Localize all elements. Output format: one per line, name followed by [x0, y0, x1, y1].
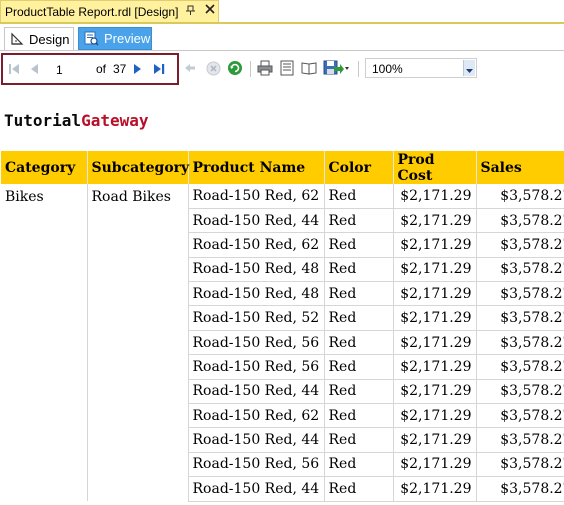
- previous-page-icon[interactable]: [27, 61, 41, 77]
- document-tab-strip: ProductTable Report.rdl [Design]: [0, 0, 564, 24]
- document-tab-title: ProductTable Report.rdl [Design]: [5, 4, 179, 19]
- color-cell: Red: [324, 232, 394, 258]
- prod-cost-cell: $2,171.29: [393, 354, 477, 380]
- product-name-cell: Road-150 Red, 52: [188, 305, 325, 331]
- color-cell: Red: [324, 379, 394, 405]
- prod-cost-cell: $2,171.29: [393, 208, 477, 234]
- document-tab[interactable]: ProductTable Report.rdl [Design]: [0, 0, 219, 22]
- back-icon[interactable]: [183, 60, 197, 76]
- sales-cell: $3,578.27: [476, 305, 564, 331]
- pin-icon[interactable]: [184, 5, 196, 17]
- sales-cell: $3,578.27: [476, 476, 564, 502]
- product-name-cell: Road-150 Red, 56: [188, 452, 325, 478]
- prod-cost-cell: $2,171.29: [393, 476, 477, 502]
- tutorial-gateway-logo: TutorialGateway: [4, 111, 149, 130]
- preview-icon: [84, 31, 99, 46]
- tab-design[interactable]: Design: [4, 27, 74, 50]
- view-tabs: Design Preview: [0, 24, 564, 51]
- page-navigation-group: of 37: [1, 53, 179, 85]
- prod-cost-cell: $2,171.29: [393, 379, 477, 405]
- product-name-cell: Road-150 Red, 62: [188, 184, 325, 209]
- first-page-icon[interactable]: [7, 61, 21, 77]
- product-name-cell: Road-150 Red, 56: [188, 354, 325, 380]
- logo-part-1: Tutorial: [4, 111, 82, 130]
- chevron-down-icon[interactable]: [463, 60, 475, 76]
- sales-cell: $3,578.27: [476, 232, 564, 258]
- zoom-select[interactable]: 100%: [365, 58, 477, 78]
- last-page-icon[interactable]: [151, 61, 167, 77]
- page-setup-icon[interactable]: [300, 59, 318, 77]
- sales-cell: $3,578.27: [476, 452, 564, 478]
- total-pages: 37: [113, 62, 127, 76]
- color-cell: Red: [324, 476, 394, 502]
- color-cell: Red: [324, 305, 394, 331]
- product-name-cell: Road-150 Red, 44: [188, 427, 325, 453]
- product-name-cell: Road-150 Red, 56: [188, 330, 325, 356]
- sales-cell: $3,578.27: [476, 281, 564, 307]
- stop-icon[interactable]: [204, 59, 222, 77]
- prod-cost-cell: $2,171.29: [393, 257, 477, 283]
- prod-cost-cell: $2,171.29: [393, 232, 477, 258]
- design-icon: [11, 32, 24, 45]
- prod-cost-cell: $2,171.29: [393, 452, 477, 478]
- refresh-icon[interactable]: [226, 59, 244, 77]
- product-name-cell: Road-150 Red, 48: [188, 257, 325, 283]
- product-name-cell: Road-150 Red, 62: [188, 403, 325, 429]
- table-row: Bikes Road Bikes Road-150 Red, 62 Red $2…: [1, 184, 564, 502]
- report-toolbar: of 37: [0, 53, 564, 85]
- sales-cell: $3,578.27: [476, 184, 564, 209]
- export-icon[interactable]: [322, 58, 350, 78]
- toolbar-separator: [358, 61, 359, 77]
- color-cell: Red: [324, 208, 394, 234]
- prod-cost-cell: $2,171.29: [393, 427, 477, 453]
- prod-cost-cell: $2,171.29: [393, 330, 477, 356]
- color-cell: Red: [324, 330, 394, 356]
- sales-cell: $3,578.27: [476, 427, 564, 453]
- zoom-value: 100%: [372, 62, 403, 76]
- product-name-cell: Road-150 Red, 48: [188, 281, 325, 307]
- column-header-subcategory: Subcategory: [87, 151, 189, 184]
- prod-cost-cell: $2,171.29: [393, 184, 477, 209]
- sales-cell: $3,578.27: [476, 403, 564, 429]
- prod-cost-cell: $2,171.29: [393, 305, 477, 331]
- report-table: Category Subcategory Product Name Color …: [1, 151, 564, 502]
- prod-cost-cell: $2,171.29: [393, 281, 477, 307]
- product-name-cell: Road-150 Red, 44: [188, 208, 325, 234]
- color-cell: Red: [324, 452, 394, 478]
- close-icon[interactable]: [204, 4, 216, 18]
- current-page-input[interactable]: [49, 59, 91, 80]
- product-name-cell: Road-150 Red, 62: [188, 232, 325, 258]
- sales-cell: $3,578.27: [476, 354, 564, 380]
- column-header-prod-cost: Prod Cost: [393, 151, 477, 184]
- color-cell: Red: [324, 354, 394, 380]
- tab-preview[interactable]: Preview: [78, 27, 152, 50]
- color-cell: Red: [324, 281, 394, 307]
- product-name-cell: Road-150 Red, 44: [188, 476, 325, 502]
- column-header-category: Category: [1, 151, 88, 184]
- category-cell: Bikes: [1, 184, 88, 502]
- prod-cost-cell: $2,171.29: [393, 403, 477, 429]
- next-page-icon[interactable]: [131, 61, 145, 77]
- sales-cell: $3,578.27: [476, 330, 564, 356]
- sales-cell: $3,578.27: [476, 257, 564, 283]
- color-cell: Red: [324, 403, 394, 429]
- color-cell: Red: [324, 184, 394, 209]
- sales-cell: $3,578.27: [476, 379, 564, 405]
- product-name-cell: Road-150 Red, 44: [188, 379, 325, 405]
- tab-design-label: Design: [29, 31, 70, 47]
- toolbar-separator: [250, 61, 251, 77]
- column-header-sales: Sales: [476, 151, 564, 184]
- tab-preview-label: Preview: [104, 31, 151, 46]
- logo-part-2: Gateway: [81, 111, 149, 130]
- table-header-row: Category Subcategory Product Name Color …: [1, 151, 564, 184]
- column-header-color: Color: [324, 151, 394, 184]
- subcategory-cell: Road Bikes: [87, 184, 189, 502]
- color-cell: Red: [324, 257, 394, 283]
- column-header-product-name: Product Name: [188, 151, 325, 184]
- color-cell: Red: [324, 427, 394, 453]
- sales-cell: $3,578.27: [476, 208, 564, 234]
- page-of-label: of: [96, 62, 107, 76]
- print-icon[interactable]: [256, 59, 274, 77]
- print-layout-icon[interactable]: [278, 59, 296, 77]
